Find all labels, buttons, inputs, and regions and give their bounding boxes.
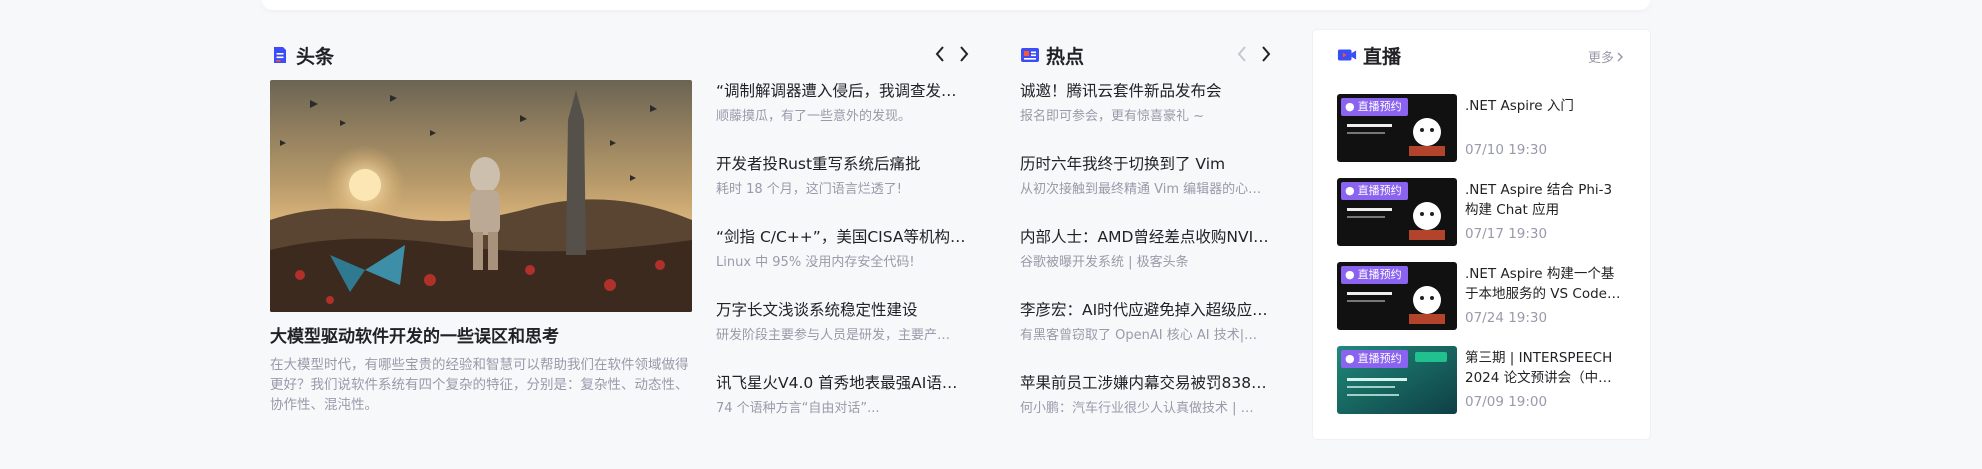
live-item[interactable]: ● 直播预约 .NET Aspire 入门 07/10 19:30	[1337, 94, 1624, 178]
news-title[interactable]: “调制解调器遭入侵后，我调查发现…	[716, 80, 972, 102]
news-title[interactable]: 历时六年我终于切换到了 Vim	[1020, 153, 1274, 175]
live-thumbnail[interactable]: ● 直播预约	[1337, 262, 1457, 330]
live-title: 直播	[1363, 45, 1402, 68]
more-link[interactable]: 更多	[1588, 47, 1624, 66]
play-circle-icon: ●	[1345, 100, 1355, 113]
live-time: 07/10 19:30	[1465, 142, 1548, 158]
live-section: 直播 更多 ● 直播预约 .NET Aspire 入门 07/10 19:30 ●…	[1313, 30, 1650, 439]
feature-description: 在大模型时代，有哪些宝贵的经验和智慧可以帮助我们在软件领域做得更好？我们说软件系…	[270, 357, 689, 413]
hot-header: 热点	[1020, 30, 1274, 80]
live-thumbnail[interactable]: ● 直播预约	[1337, 94, 1457, 162]
news-subtitle: 耗时 18 个月，这门语言烂透了!	[716, 182, 903, 197]
list-item[interactable]: 内部人士：AMD曾经差点收购NVI… 谷歌被曝开发系统 | 极客头条	[1020, 226, 1274, 299]
list-item[interactable]: 讯飞星火V4.0 首秀地表最强AI语… 74 个语种方言“自由对话”...	[716, 372, 972, 445]
list-item[interactable]: 李彦宏：AI时代应避免掉入超级应… 有黑客曾窃取了 OpenAI 核心 AI 技…	[1020, 299, 1274, 372]
prev-arrow-icon[interactable]	[932, 42, 948, 66]
news-title[interactable]: 苹果前员工涉嫌内幕交易被罚838…	[1020, 372, 1274, 394]
headline-news-list: “调制解调器遭入侵后，我调查发现… 顺藤摸瓜，有了一些意外的发现。 开发者投Ru…	[716, 80, 972, 445]
feature-title[interactable]: 大模型驱动软件开发的一些误区和思考	[270, 325, 692, 349]
feature-article[interactable]: 大模型驱动软件开发的一些误区和思考 在大模型时代，有哪些宝贵的经验和智慧可以帮助…	[270, 80, 692, 445]
news-title[interactable]: 内部人士：AMD曾经差点收购NVI…	[1020, 226, 1274, 248]
live-time: 07/17 19:30	[1465, 226, 1548, 242]
headline-section: 头条 大模型驱动软件开发的一些误区和思考 在大模型时代，有哪些宝贵的经验和智慧可…	[270, 30, 972, 445]
live-thumbnail[interactable]: ● 直播预约	[1337, 346, 1457, 414]
live-badge: ● 直播预约	[1341, 266, 1408, 284]
news-title[interactable]: 讯飞星火V4.0 首秀地表最强AI语…	[716, 372, 972, 394]
document-icon	[270, 45, 290, 65]
news-title[interactable]: 万字长文浅谈系统稳定性建设	[716, 299, 972, 321]
badge-label: 直播预约	[1357, 184, 1402, 197]
live-item[interactable]: ● 直播预约 .NET Aspire 结合 Phi-3 构建 Chat 应用 07…	[1337, 178, 1624, 262]
news-title[interactable]: 诚邀！腾讯云套件新品发布会	[1020, 80, 1274, 102]
badge-label: 直播预约	[1357, 352, 1402, 365]
chevron-right-icon	[1617, 51, 1624, 62]
headline-header: 头条	[270, 30, 972, 80]
list-item[interactable]: 苹果前员工涉嫌内幕交易被罚838… 何小鹏：汽车行业很少人认真做技术 | …	[1020, 372, 1274, 445]
prev-arrow-icon[interactable]	[1234, 42, 1250, 66]
live-title-text[interactable]: .NET Aspire 入门	[1465, 96, 1624, 116]
next-arrow-icon[interactable]	[1258, 42, 1274, 66]
play-circle-icon: ●	[1345, 352, 1355, 365]
news-subtitle: 何小鹏：汽车行业很少人认真做技术 | …	[1020, 401, 1254, 416]
live-badge: ● 直播预约	[1341, 98, 1408, 116]
play-circle-icon: ●	[1345, 184, 1355, 197]
hot-title: 热点	[1046, 45, 1085, 68]
list-item[interactable]: 开发者投Rust重写系统后痛批 耗时 18 个月，这门语言烂透了!	[716, 153, 972, 226]
live-time: 07/24 19:30	[1465, 310, 1548, 326]
live-title-text[interactable]: 第三期 | INTERSPEECH 2024 论文预讲会（中…	[1465, 348, 1624, 388]
next-arrow-icon[interactable]	[956, 42, 972, 66]
list-item[interactable]: 历时六年我终于切换到了 Vim 从初次接触到最终精通 Vim 编辑器的心…	[1020, 153, 1274, 226]
live-item[interactable]: ● 直播预约 .NET Aspire 构建一个基于本地服务的 VS Code… 0…	[1337, 262, 1624, 346]
news-subtitle: 报名即可参会，更有惊喜豪礼 ~	[1020, 109, 1205, 124]
play-circle-icon: ●	[1345, 268, 1355, 281]
hot-news-icon	[1020, 45, 1040, 65]
news-subtitle: 研发阶段主要参与人员是研发，主要产…	[716, 328, 951, 343]
badge-label: 直播预约	[1357, 268, 1402, 281]
live-title-text[interactable]: .NET Aspire 构建一个基于本地服务的 VS Code…	[1465, 264, 1624, 304]
list-item[interactable]: 诚邀！腾讯云套件新品发布会 报名即可参会，更有惊喜豪礼 ~	[1020, 80, 1274, 153]
live-badge: ● 直播预约	[1341, 182, 1408, 200]
feature-image[interactable]	[270, 80, 692, 312]
top-container-edge	[262, 0, 1650, 10]
hot-news-list: 诚邀！腾讯云套件新品发布会 报名即可参会，更有惊喜豪礼 ~ 历时六年我终于切换到…	[1020, 80, 1274, 445]
news-subtitle: Linux 中 95% 没用内存安全代码!	[716, 255, 915, 270]
live-item[interactable]: ● 直播预约 第三期 | INTERSPEECH 2024 论文预讲会（中… 07…	[1337, 346, 1624, 430]
news-title[interactable]: 李彦宏：AI时代应避免掉入超级应…	[1020, 299, 1274, 321]
video-camera-icon	[1337, 45, 1357, 65]
list-item[interactable]: “剑指 C/C++”，美国CISA等机构… Linux 中 95% 没用内存安全…	[716, 226, 972, 299]
live-time: 07/09 19:00	[1465, 394, 1548, 410]
news-subtitle: 74 个语种方言“自由对话”...	[716, 401, 880, 416]
hot-section: 热点 诚邀！腾讯云套件新品发布会 报名即可参会，更有惊喜豪礼 ~ 历时六年我终于…	[1020, 30, 1274, 445]
headline-title: 头条	[296, 45, 335, 68]
news-title[interactable]: “剑指 C/C++”，美国CISA等机构…	[716, 226, 972, 248]
news-subtitle: 顺藤摸瓜，有了一些意外的发现。	[716, 109, 912, 124]
hot-pager	[1234, 42, 1274, 66]
live-header: 直播 更多	[1313, 30, 1650, 80]
news-title[interactable]: 开发者投Rust重写系统后痛批	[716, 153, 972, 175]
live-thumbnail[interactable]: ● 直播预约	[1337, 178, 1457, 246]
list-item[interactable]: “调制解调器遭入侵后，我调查发现… 顺藤摸瓜，有了一些意外的发现。	[716, 80, 972, 153]
news-subtitle: 有黑客曾窃取了 OpenAI 核心 AI 技术|…	[1020, 328, 1258, 343]
live-list: ● 直播预约 .NET Aspire 入门 07/10 19:30 ● 直播预约 .…	[1313, 80, 1650, 430]
live-badge: ● 直播预约	[1341, 350, 1408, 368]
headline-pager	[932, 42, 972, 66]
badge-label: 直播预约	[1357, 100, 1402, 113]
list-item[interactable]: 万字长文浅谈系统稳定性建设 研发阶段主要参与人员是研发，主要产…	[716, 299, 972, 372]
more-label: 更多	[1587, 51, 1614, 66]
news-subtitle: 从初次接触到最终精通 Vim 编辑器的心…	[1020, 182, 1262, 197]
news-subtitle: 谷歌被曝开发系统 | 极客头条	[1020, 255, 1189, 270]
live-title-text[interactable]: .NET Aspire 结合 Phi-3 构建 Chat 应用	[1465, 180, 1624, 220]
